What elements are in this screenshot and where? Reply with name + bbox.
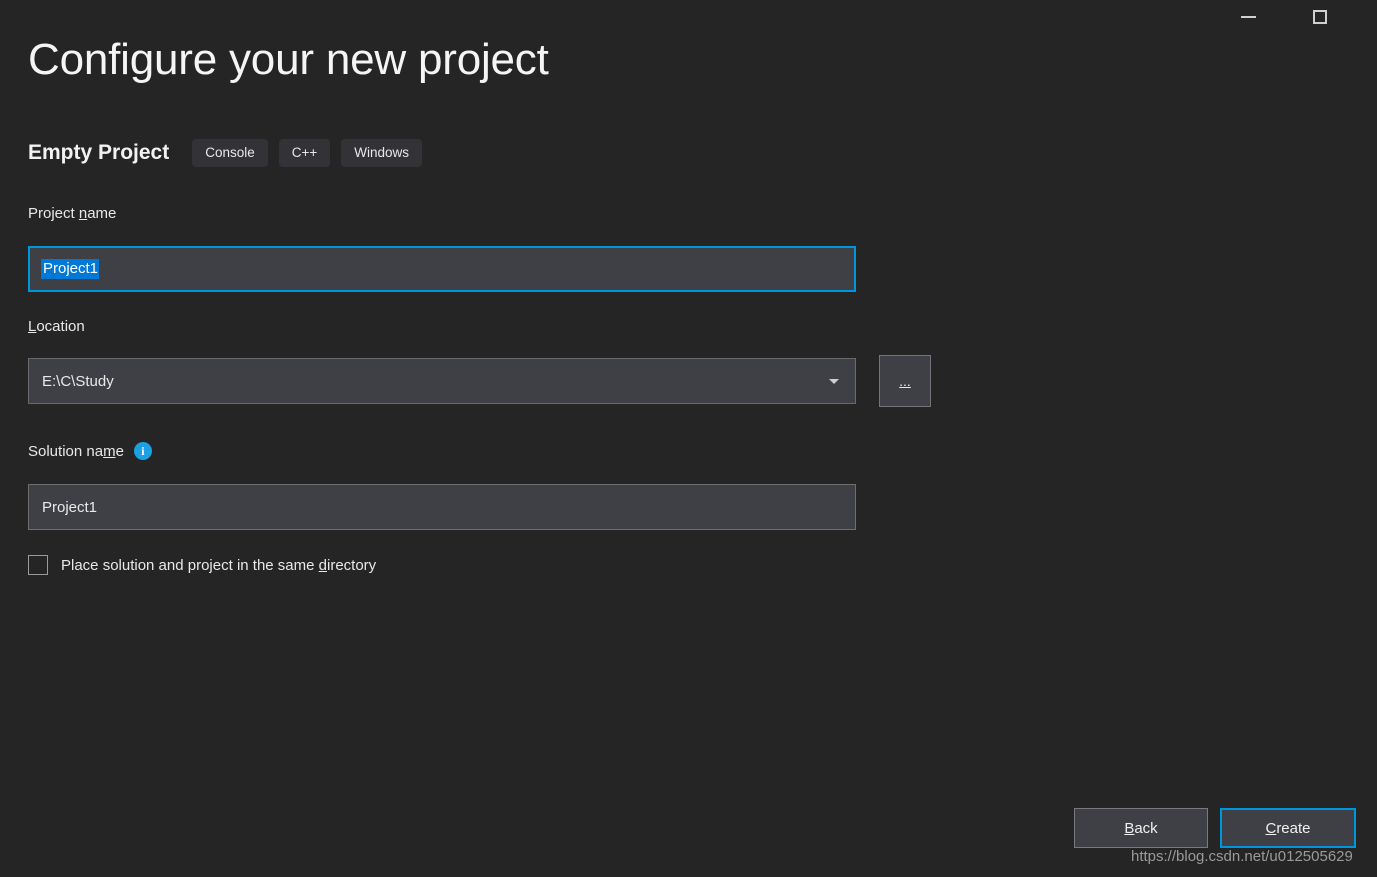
watermark-url: https://blog.csdn.net/u012505629	[1131, 848, 1353, 865]
ellipsis-icon: ...	[899, 372, 911, 389]
solution-name-value: Project1	[42, 498, 98, 516]
same-directory-checkbox[interactable]	[28, 555, 48, 575]
solution-name-input[interactable]: Project1	[28, 484, 856, 530]
create-button[interactable]: Create	[1220, 808, 1356, 848]
maximize-icon	[1313, 10, 1327, 24]
same-directory-accesskey: d	[318, 556, 327, 574]
minimize-button[interactable]	[1225, 0, 1271, 22]
info-icon[interactable]: i	[133, 442, 152, 460]
project-name-label: Project name	[28, 205, 117, 222]
tag-language: C++	[278, 139, 331, 167]
location-combobox[interactable]: E:\C\Study	[28, 358, 856, 404]
maximize-button[interactable]	[1297, 0, 1343, 24]
page-title: Configure your new project	[28, 35, 549, 84]
back-button[interactable]: Back	[1074, 808, 1208, 848]
same-directory-label: Place solution and project in the same d…	[61, 556, 377, 574]
solution-name-label: Solution na m e i	[28, 442, 152, 460]
project-name-input[interactable]: Project1	[28, 246, 856, 292]
back-accesskey: B	[1124, 819, 1135, 837]
tag-platform: Windows	[341, 139, 423, 167]
template-name: Empty Project	[28, 141, 170, 164]
template-summary: Empty Project Console C++ Windows	[28, 139, 433, 167]
same-directory-checkbox-row[interactable]: Place solution and project in the same d…	[28, 555, 376, 575]
location-label: Location	[28, 318, 85, 335]
chevron-down-icon[interactable]	[823, 378, 845, 384]
project-name-accesskey: n	[78, 205, 88, 222]
title-bar	[0, 0, 1377, 30]
tag-console: Console	[192, 139, 268, 167]
minimize-icon	[1240, 16, 1256, 18]
location-value: E:\C\Study	[42, 372, 114, 390]
create-accesskey: C	[1265, 819, 1277, 837]
solution-name-accesskey: m	[103, 442, 116, 460]
project-name-value: Project1	[41, 259, 100, 279]
browse-location-button[interactable]: ...	[879, 355, 931, 407]
